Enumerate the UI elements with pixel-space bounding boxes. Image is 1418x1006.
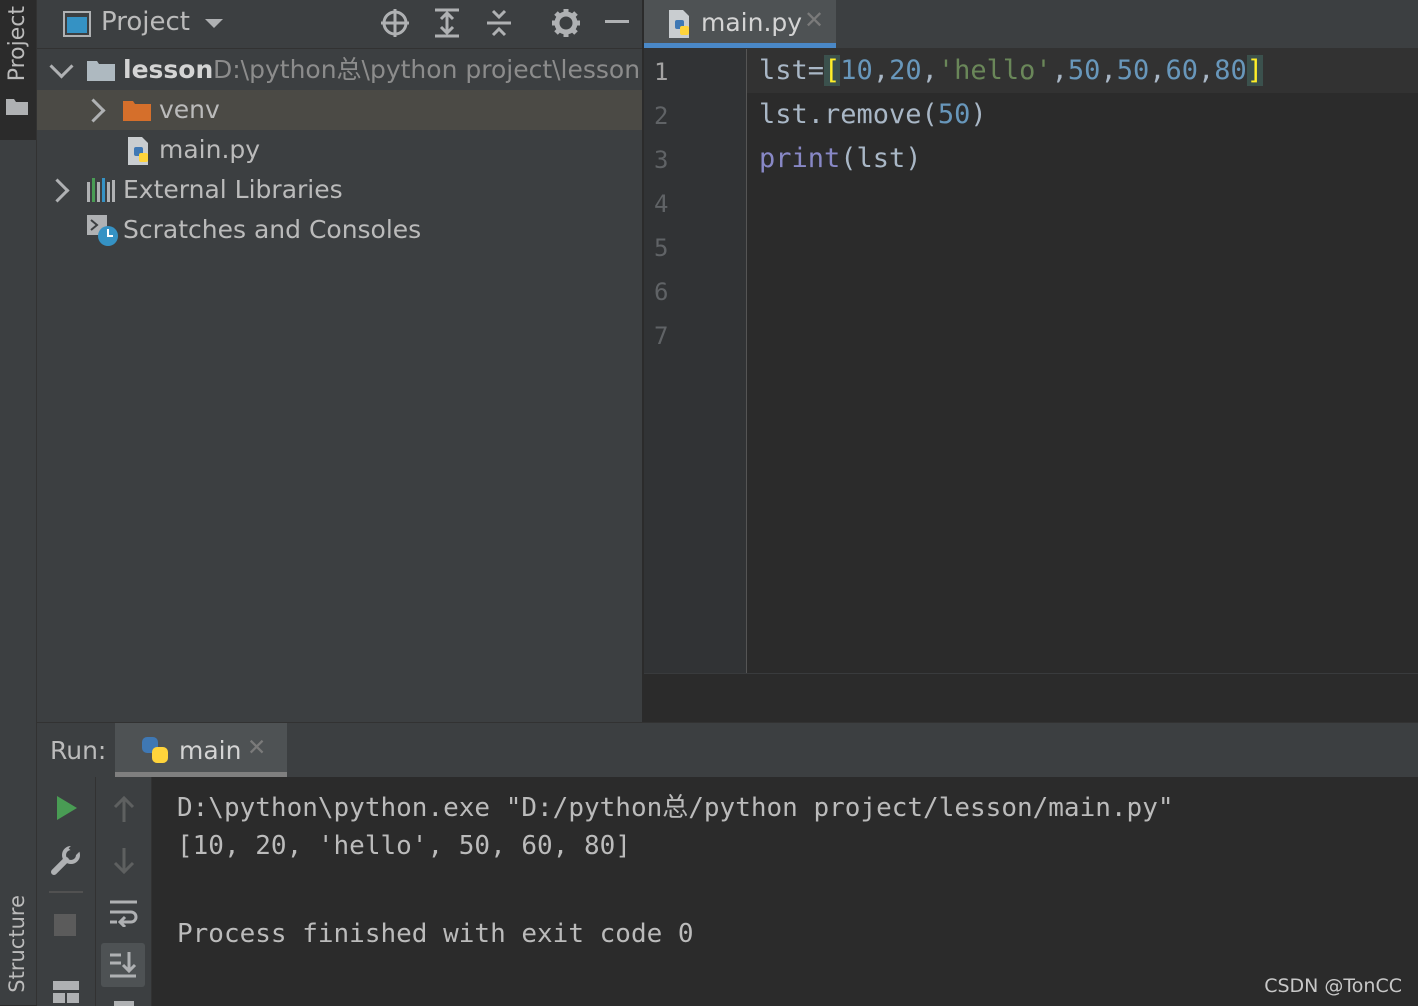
- line-number: 6: [654, 278, 669, 306]
- code-token: 50: [1116, 55, 1150, 86]
- tree-item-venv[interactable]: venv: [37, 90, 642, 130]
- tree-item-label: External Libraries: [123, 175, 343, 204]
- line-number: 5: [654, 234, 669, 262]
- project-panel: Project lesson D:\python总\python project…: [37, 0, 642, 722]
- toolbar-divider: [49, 891, 83, 893]
- wrench-icon[interactable]: [51, 845, 81, 875]
- project-panel-header: Project: [37, 0, 642, 49]
- line-number: 1: [654, 58, 669, 86]
- tree-item-label: Scratches and Consoles: [123, 215, 422, 244]
- code-token: 50: [1067, 55, 1101, 86]
- run-tab-main[interactable]: main ✕: [115, 723, 287, 777]
- code-token: 10: [840, 55, 873, 86]
- code-line-2: lst.remove(50): [759, 99, 987, 130]
- tree-item-lesson[interactable]: lesson D:\python总\python project\lesson: [37, 50, 642, 90]
- code-token: print: [759, 143, 841, 174]
- run-icon[interactable]: [56, 795, 78, 821]
- structure-tool-tab[interactable]: Structure: [5, 895, 29, 993]
- close-icon[interactable]: ✕: [247, 735, 266, 761]
- code-token: ,: [1198, 55, 1215, 86]
- line-number-gutter: 1 2 3 4 5 6 7: [644, 49, 747, 673]
- code-token: (lst): [840, 143, 922, 174]
- active-tab-indicator: [644, 43, 836, 48]
- run-toolbar-secondary: [96, 777, 152, 1006]
- tree-item-label: venv: [159, 95, 220, 124]
- scratches-icon: [87, 215, 118, 246]
- editor-tab-bar: main.py ✕: [644, 0, 1418, 49]
- line-number: 3: [654, 146, 669, 174]
- run-tab-label: main: [179, 736, 242, 765]
- left-tool-strip: Project Structure: [0, 0, 37, 1005]
- console-output-line: Process finished with exit code 0: [177, 919, 694, 949]
- code-token: [: [824, 55, 841, 86]
- soft-wrap-icon[interactable]: [109, 899, 139, 927]
- chevron-down-icon[interactable]: [204, 18, 224, 30]
- console-output-line: [10, 20, 'hello', 50, 60, 80]: [177, 831, 631, 861]
- code-line-3: print(lst): [759, 143, 922, 174]
- code-token: ,: [1149, 55, 1166, 86]
- code-token: ,: [1051, 55, 1068, 86]
- tree-item-external-libraries[interactable]: External Libraries: [37, 170, 642, 210]
- close-icon[interactable]: ✕: [804, 6, 824, 34]
- project-tool-tab[interactable]: Project: [0, 0, 36, 140]
- tree-item-path: D:\python总\python project\lesson: [213, 55, 641, 84]
- editor-tab-main-py[interactable]: main.py ✕: [644, 0, 836, 48]
- scroll-to-end-button[interactable]: [101, 943, 145, 987]
- arrow-down-icon[interactable]: [112, 847, 136, 875]
- stop-icon[interactable]: [54, 914, 76, 936]
- minimize-icon[interactable]: [605, 20, 629, 26]
- line-number: 2: [654, 102, 669, 130]
- code-token: lst.remove(: [759, 99, 938, 130]
- tree-item-main-py[interactable]: main.py: [37, 130, 642, 170]
- python-icon: [142, 737, 168, 763]
- code-token: 20: [889, 55, 922, 86]
- console-output-line: D:\python\python.exe "D:/python总/python …: [177, 793, 1174, 823]
- gear-icon[interactable]: [551, 8, 581, 38]
- editor-tab-label: main.py: [701, 8, 803, 37]
- chevron-right-icon[interactable]: [81, 98, 106, 123]
- code-token: 80: [1214, 55, 1247, 86]
- code-token: ,: [872, 55, 890, 86]
- run-panel-header: Run: main ✕: [37, 723, 1418, 777]
- project-view-icon: [63, 11, 91, 37]
- tree-item-label: lesson: [123, 55, 214, 84]
- libraries-icon: [87, 178, 115, 202]
- locate-file-icon[interactable]: [380, 8, 410, 38]
- code-token: ,: [1100, 55, 1117, 86]
- code-token: lst=: [759, 55, 825, 86]
- code-token: ]: [1246, 55, 1264, 86]
- python-file-icon: [669, 10, 689, 38]
- code-editor[interactable]: 1 2 3 4 5 6 7 lst=[10,20,'hello',50,50,6…: [644, 49, 1418, 673]
- tree-item-label: main.py: [159, 135, 261, 164]
- folder-icon: [6, 99, 28, 115]
- run-panel: Run: main ✕ D:\python\python.exe "D:/pyt…: [37, 722, 1418, 1006]
- code-token: 'hello': [937, 55, 1052, 86]
- chevron-down-icon[interactable]: [49, 54, 74, 79]
- code-token: 50: [937, 99, 971, 130]
- code-token: 60: [1165, 55, 1198, 86]
- line-number: 7: [654, 322, 669, 350]
- scroll-to-end-icon: [110, 952, 137, 978]
- layout-icon[interactable]: [53, 981, 79, 1003]
- collapse-all-icon[interactable]: [485, 8, 513, 38]
- project-tool-tab-label: Project: [5, 6, 30, 82]
- code-token: ): [970, 99, 987, 130]
- folder-icon: [123, 101, 151, 121]
- run-label: Run:: [50, 736, 107, 765]
- project-view-title[interactable]: Project: [101, 7, 190, 37]
- folder-icon: [87, 61, 115, 81]
- python-file-icon: [128, 137, 148, 165]
- editor-footer: [644, 673, 1418, 723]
- chevron-right-icon[interactable]: [45, 178, 70, 203]
- print-icon[interactable]: [114, 1001, 134, 1006]
- code-token: ,: [921, 55, 938, 86]
- run-toolbar-primary: [37, 777, 96, 1006]
- tree-item-scratches[interactable]: Scratches and Consoles: [37, 210, 642, 250]
- expand-all-icon[interactable]: [433, 8, 461, 38]
- code-line-1: lst=[10,20,'hello',50,50,60,80]: [759, 55, 1264, 86]
- line-number: 4: [654, 190, 669, 218]
- arrow-up-icon[interactable]: [112, 795, 136, 823]
- watermark: CSDN @TonCC: [1264, 975, 1402, 997]
